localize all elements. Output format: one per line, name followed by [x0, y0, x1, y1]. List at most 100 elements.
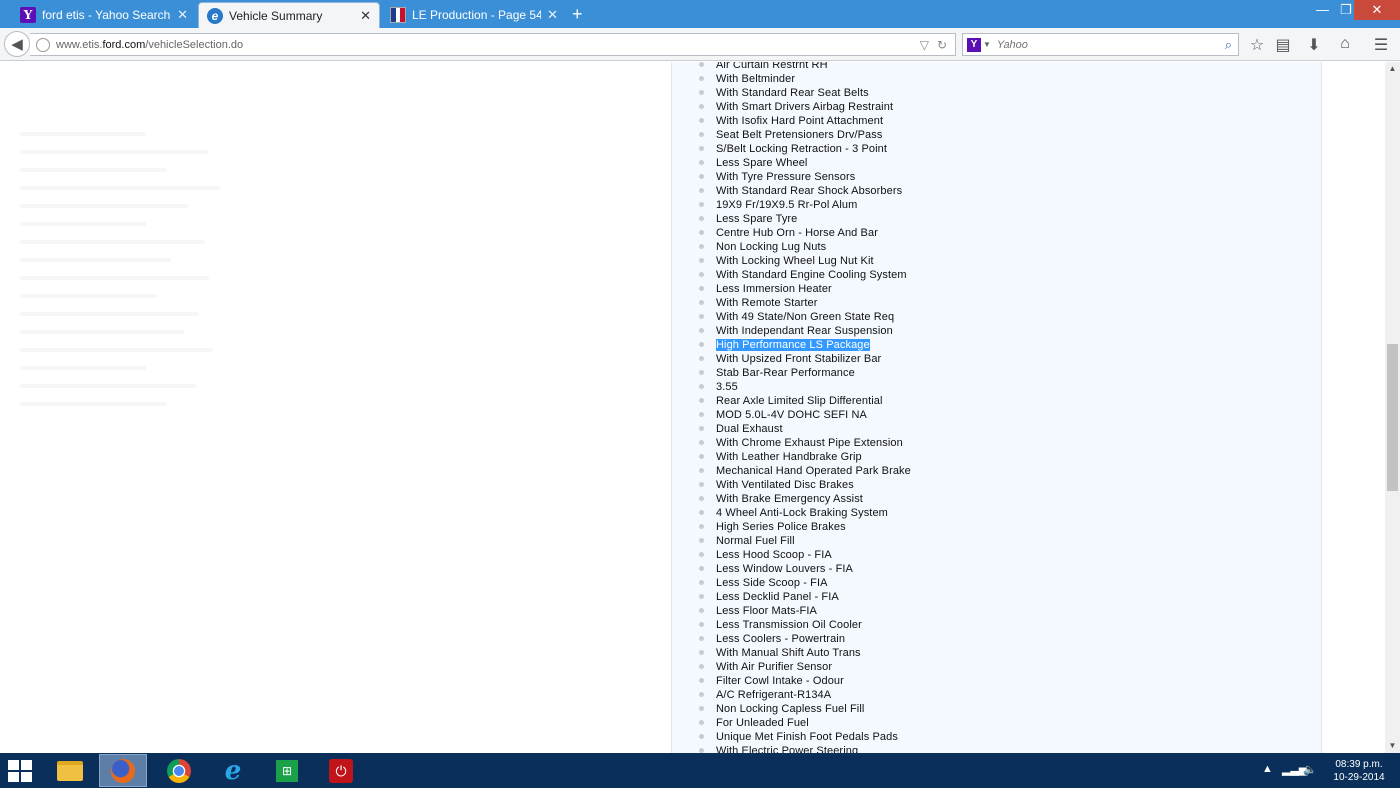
page-viewport: Air Curtain Restrnt RH With Beltminder Wit… [0, 62, 1385, 753]
minimize-icon[interactable]: — [1316, 2, 1329, 17]
yahoo-engine-icon[interactable]: Y [967, 37, 981, 52]
feature-list-item: Less Spare Tyre [698, 212, 911, 226]
internet-explorer-icon: e [224, 755, 242, 786]
feature-label: With Upsized Front Stabilizer Bar [716, 353, 882, 365]
vertical-scrollbar[interactable]: ▲ ▼ [1385, 62, 1400, 753]
bookmarks-menu-icon[interactable]: ▤ [1273, 35, 1293, 55]
feature-list-item: Less Spare Wheel [698, 156, 911, 170]
feature-list-item: With Isofix Hard Point Attachment [698, 114, 911, 128]
feature-list-item: With 49 State/Non Green State Req [698, 310, 911, 324]
feature-label: With Manual Shift Auto Trans [716, 647, 861, 659]
feature-list-item: A/C Refrigerant-R134A [698, 688, 911, 702]
feature-list-item: Non Locking Capless Fuel Fill [698, 702, 911, 716]
feature-list-item: 3.55 [698, 380, 911, 394]
tab-le-production[interactable]: LE Production - Page 54 - 2... ✕ [382, 2, 566, 28]
engine-dropdown-icon[interactable]: ▼ [983, 40, 991, 49]
taskbar-store[interactable]: ⊞ [263, 754, 311, 787]
feature-label: With Tyre Pressure Sensors [716, 171, 856, 183]
taskbar-internet-explorer[interactable]: e [209, 754, 257, 787]
feature-list-item: With Standard Rear Seat Belts [698, 86, 911, 100]
downloads-icon[interactable]: ⬇ [1304, 35, 1324, 55]
reload-icon[interactable]: ↻ [937, 38, 947, 52]
bookmark-star-icon[interactable]: ☆ [1247, 35, 1267, 55]
url-prefix: www.etis. [56, 38, 103, 51]
feature-list-item: With Upsized Front Stabilizer Bar [698, 352, 911, 366]
feature-label: Air Curtain Restrnt RH [716, 62, 828, 71]
search-icon[interactable]: ⌕ [1225, 37, 1232, 53]
feature-list-item: MOD 5.0L-4V DOHC SEFI NA [698, 408, 911, 422]
search-input[interactable] [996, 38, 1225, 51]
feature-label: Rear Axle Limited Slip Differential [716, 395, 883, 407]
vehicle-summary-panel: Air Curtain Restrnt RH With Beltminder Wit… [671, 62, 1322, 753]
feature-list-item: 4 Wheel Anti-Lock Braking System [698, 506, 911, 520]
feature-list-item: With Ventilated Disc Brakes [698, 478, 911, 492]
taskbar-firefox[interactable] [99, 754, 147, 787]
tab-vehicle-summary[interactable]: e Vehicle Summary ✕ [198, 2, 380, 28]
taskbar-file-explorer[interactable] [46, 754, 94, 787]
tab-strip: Y ford etis - Yahoo Search Re... ✕ e Veh… [0, 0, 1400, 28]
start-button[interactable] [8, 760, 32, 782]
history-dropdown-icon[interactable]: ▽ [920, 38, 929, 52]
feature-label: Less Transmission Oil Cooler [716, 619, 862, 631]
feature-list-item: With Chrome Exhaust Pipe Extension [698, 436, 911, 450]
home-icon[interactable]: ⌂ [1335, 35, 1355, 53]
feature-list-item: With Manual Shift Auto Trans [698, 646, 911, 660]
feature-label: With Electric Power Steering [716, 745, 859, 753]
feature-list-item: High Series Police Brakes [698, 520, 911, 534]
clock-time: 08:39 p.m. [1335, 759, 1383, 770]
close-tab-icon[interactable]: ✕ [547, 7, 558, 23]
feature-list-item: Stab Bar-Rear Performance [698, 366, 911, 380]
window-close-icon[interactable]: ✕ [1354, 0, 1400, 20]
feature-label: Non Locking Capless Fuel Fill [716, 703, 865, 715]
url-domain: ford.com [102, 38, 146, 51]
feature-label: Dual Exhaust [716, 423, 783, 435]
feature-list-item: Centre Hub Orn - Horse And Bar [698, 226, 911, 240]
new-tab-button[interactable]: + [572, 4, 583, 25]
taskbar-chrome[interactable] [155, 754, 203, 787]
feature-label: With Chrome Exhaust Pipe Extension [716, 437, 903, 449]
feature-list-item: Less Hood Scoop - FIA [698, 548, 911, 562]
feature-label: With Remote Starter [716, 297, 818, 309]
tab-yahoo-search[interactable]: Y ford etis - Yahoo Search Re... ✕ [12, 2, 196, 28]
feature-list-item: With Standard Rear Shock Absorbers [698, 184, 911, 198]
feature-label: 19X9 Fr/19X9.5 Rr-Pol Alum [716, 199, 858, 211]
url-text[interactable]: www.etis.ford.com/vehicleSelection.do [56, 39, 920, 51]
volume-icon[interactable]: 🔈 [1303, 763, 1317, 776]
chrome-icon [167, 758, 191, 783]
scroll-thumb[interactable] [1387, 344, 1398, 492]
feature-label: 4 Wheel Anti-Lock Braking System [716, 507, 888, 519]
store-icon: ⊞ [276, 759, 298, 782]
clock-date: 10-29-2014 [1333, 772, 1385, 783]
feature-list-item: With Smart Drivers Airbag Restraint [698, 100, 911, 114]
feature-label: Less Hood Scoop - FIA [716, 549, 832, 561]
arrow-left-icon: ◀ [11, 36, 23, 53]
back-button[interactable]: ◀ [4, 31, 30, 57]
show-hidden-icons-icon[interactable]: ▲ [1262, 763, 1273, 775]
feature-label: With Ventilated Disc Brakes [716, 479, 854, 491]
feature-label: With Standard Rear Seat Belts [716, 87, 869, 99]
search-bar[interactable]: Y ▼ ⌕ [962, 33, 1239, 56]
feature-label: MOD 5.0L-4V DOHC SEFI NA [716, 409, 867, 421]
feature-list-item: Less Immersion Heater [698, 282, 911, 296]
feature-list-item: Less Transmission Oil Cooler [698, 618, 911, 632]
feature-label: With Isofix Hard Point Attachment [716, 115, 884, 127]
menu-icon[interactable]: ☰ [1371, 35, 1391, 55]
feature-list-item: Normal Fuel Fill [698, 534, 911, 548]
close-tab-icon[interactable]: ✕ [177, 7, 188, 23]
feature-label: High Performance LS Package [716, 339, 870, 351]
url-bar[interactable]: www.etis.ford.com/vehicleSelection.do ▽ … [30, 33, 956, 56]
feature-label: High Series Police Brakes [716, 521, 846, 533]
feature-list-item: Filter Cowl Intake - Odour [698, 674, 911, 688]
feature-label: Less Side Scoop - FIA [716, 577, 828, 589]
tab-label: LE Production - Page 54 - 2... [412, 8, 542, 22]
power-app-icon: ⏻ [329, 758, 353, 783]
feature-list-item: Seat Belt Pretensioners Drv/Pass [698, 128, 911, 142]
system-clock[interactable]: 08:39 p.m. 10-29-2014 [1326, 758, 1392, 784]
taskbar-power-app[interactable]: ⏻ [317, 754, 365, 787]
restore-icon[interactable]: ❐ [1340, 2, 1352, 18]
feature-label: For Unleaded Fuel [716, 717, 809, 729]
close-tab-icon[interactable]: ✕ [360, 8, 371, 24]
feature-label: Mechanical Hand Operated Park Brake [716, 465, 911, 477]
scroll-up-arrow-icon[interactable]: ▲ [1385, 62, 1400, 76]
scroll-down-arrow-icon[interactable]: ▼ [1385, 739, 1400, 753]
